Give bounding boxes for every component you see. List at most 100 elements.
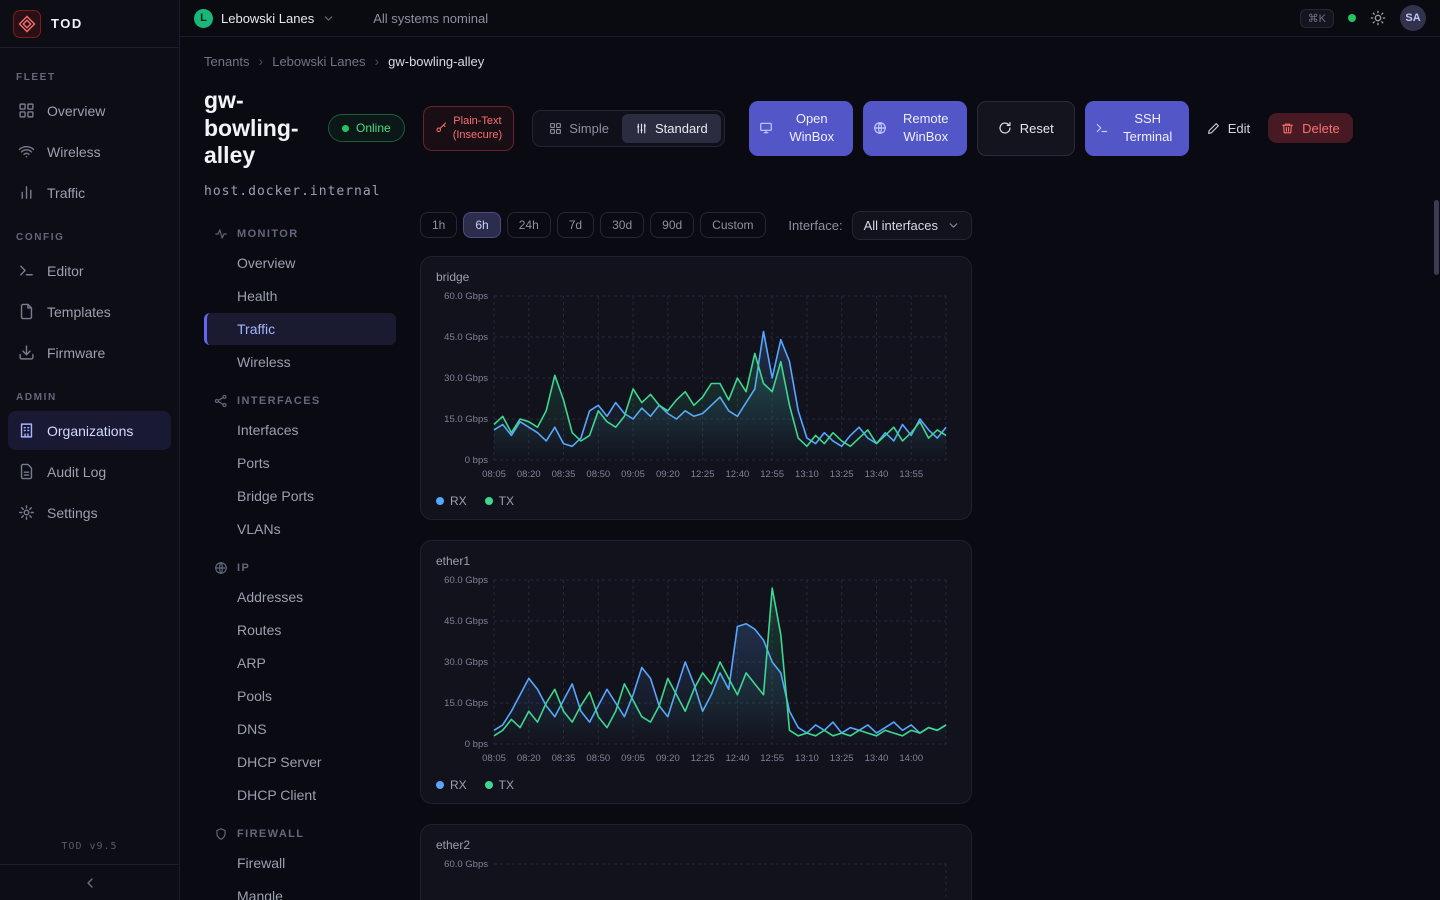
- scrollbar: [1433, 0, 1439, 900]
- subnav-item-arp[interactable]: ARP: [204, 647, 396, 679]
- sidebar-item-editor[interactable]: Editor: [8, 251, 171, 290]
- sidebar-item-organizations[interactable]: Organizations: [8, 411, 171, 450]
- sidebar-item-label: Templates: [47, 304, 111, 320]
- svg-text:12:55: 12:55: [760, 469, 784, 480]
- open-winbox-button[interactable]: Open WinBox: [749, 101, 853, 156]
- breadcrumb-item-lebowski-lanes[interactable]: Lebowski Lanes: [272, 54, 365, 69]
- chart-card-bridge: bridge0 bps15.0 Gbps30.0 Gbps45.0 Gbps60…: [420, 256, 972, 520]
- status-badge-label: Online: [356, 121, 391, 135]
- subnav-item-addresses[interactable]: Addresses: [204, 581, 396, 613]
- sidebar-item-settings[interactable]: Settings: [8, 493, 171, 532]
- subnav-item-vlans[interactable]: VLANs: [204, 513, 396, 545]
- subnav-item-interfaces[interactable]: Interfaces: [204, 414, 396, 446]
- svg-text:09:20: 09:20: [656, 753, 680, 764]
- svg-text:13:40: 13:40: [865, 753, 889, 764]
- subnav-section-ip: IP: [214, 561, 392, 575]
- mode-simple-button[interactable]: Simple: [536, 114, 622, 143]
- subnav-item-traffic[interactable]: Traffic: [204, 313, 396, 345]
- sidebar-collapse-button[interactable]: [0, 864, 179, 900]
- subnav-item-dhcp-client[interactable]: DHCP Client: [204, 779, 396, 811]
- edit-button[interactable]: Edit: [1199, 113, 1258, 143]
- sidebar-item-overview[interactable]: Overview: [8, 91, 171, 130]
- chevron-down-icon: [322, 12, 335, 25]
- chart-title: ether1: [436, 554, 956, 568]
- remote-winbox-button[interactable]: Remote WinBox: [863, 101, 967, 156]
- delete-button[interactable]: Delete: [1268, 113, 1353, 143]
- svg-text:12:25: 12:25: [691, 469, 715, 480]
- svg-text:09:05: 09:05: [621, 469, 645, 480]
- sidebar-item-label: Firmware: [47, 345, 105, 361]
- activity-icon: [214, 227, 228, 241]
- time-range-1h[interactable]: 1h: [420, 212, 457, 238]
- subnav-item-dns[interactable]: DNS: [204, 713, 396, 745]
- svg-text:60.0 Gbps: 60.0 Gbps: [444, 859, 488, 870]
- wifi-icon: [18, 143, 35, 160]
- chart-legend: RXTX: [436, 778, 956, 792]
- time-range-6h[interactable]: 6h: [463, 212, 500, 238]
- sidebar-item-label: Overview: [47, 103, 105, 119]
- subnav-item-ports[interactable]: Ports: [204, 447, 396, 479]
- time-range-24h[interactable]: 24h: [507, 212, 551, 238]
- svg-text:12:25: 12:25: [691, 753, 715, 764]
- sidebar-item-templates[interactable]: Templates: [8, 292, 171, 331]
- svg-text:45.0 Gbps: 45.0 Gbps: [444, 616, 488, 627]
- reset-button[interactable]: Reset: [977, 101, 1075, 156]
- svg-text:15.0 Gbps: 15.0 Gbps: [444, 698, 488, 709]
- status-badge: Online: [328, 114, 405, 142]
- tenant-switcher[interactable]: L Lebowski Lanes: [194, 9, 335, 28]
- mode-standard-button[interactable]: Standard: [622, 114, 721, 143]
- subnav-item-overview[interactable]: Overview: [204, 247, 396, 279]
- tx-dot-icon: [485, 497, 493, 505]
- ssh-terminal-button[interactable]: SSH Terminal: [1085, 101, 1189, 156]
- refresh-icon: [998, 121, 1012, 135]
- svg-text:13:25: 13:25: [830, 753, 854, 764]
- globe-icon: [214, 561, 228, 575]
- interface-filter: Interface: All interfaces: [788, 211, 972, 240]
- device-actions: Open WinBox Remote WinBox Reset SSH Term…: [749, 101, 1353, 156]
- sidebar-section-fleet: FLEET: [16, 72, 163, 83]
- app-logo-icon: [13, 10, 41, 38]
- rx-dot-icon: [436, 497, 444, 505]
- sidebar-item-label: Audit Log: [47, 464, 106, 480]
- main-area: L Lebowski Lanes All systems nominal ⌘K …: [180, 0, 1440, 900]
- subnav-item-firewall[interactable]: Firewall: [204, 847, 396, 879]
- svg-text:09:20: 09:20: [656, 469, 680, 480]
- scrollbar-thumb[interactable]: [1434, 200, 1439, 275]
- app-version: TOD v9.5: [0, 831, 179, 864]
- time-range-90d[interactable]: 90d: [650, 212, 694, 238]
- device-host: host.docker.internal: [204, 184, 1416, 199]
- svg-text:08:20: 08:20: [517, 469, 541, 480]
- svg-text:0 bps: 0 bps: [465, 455, 488, 466]
- breadcrumb-separator: ›: [374, 53, 379, 69]
- time-range-custom[interactable]: Custom: [700, 212, 765, 238]
- sidebar-item-traffic[interactable]: Traffic: [8, 173, 171, 212]
- svg-text:15.0 Gbps: 15.0 Gbps: [444, 414, 488, 425]
- interface-select[interactable]: All interfaces: [852, 211, 972, 240]
- chevron-down-icon: [947, 219, 960, 232]
- subnav-item-wireless[interactable]: Wireless: [204, 346, 396, 378]
- sidebar-item-wireless[interactable]: Wireless: [8, 132, 171, 171]
- command-palette-shortcut[interactable]: ⌘K: [1300, 9, 1334, 28]
- breadcrumb-item-tenants[interactable]: Tenants: [204, 54, 250, 69]
- chart-card-ether2: ether20 bps15.0 Gbps30.0 Gbps45.0 Gbps60…: [420, 824, 972, 900]
- theme-toggle-button[interactable]: [1370, 10, 1386, 26]
- subnav-item-dhcp-server[interactable]: DHCP Server: [204, 746, 396, 778]
- time-range-7d[interactable]: 7d: [557, 212, 594, 238]
- sidebar-item-firmware[interactable]: Firmware: [8, 333, 171, 372]
- bar-chart-icon: [18, 184, 35, 201]
- time-range-30d[interactable]: 30d: [600, 212, 644, 238]
- subnav-item-health[interactable]: Health: [204, 280, 396, 312]
- topbar: L Lebowski Lanes All systems nominal ⌘K …: [180, 0, 1440, 37]
- svg-text:08:50: 08:50: [586, 469, 610, 480]
- svg-text:12:40: 12:40: [725, 753, 749, 764]
- subnav-section-firewall: FIREWALL: [214, 827, 392, 841]
- sidebar-item-audit-log[interactable]: Audit Log: [8, 452, 171, 491]
- mode-simple-label: Simple: [569, 121, 609, 136]
- user-avatar[interactable]: SA: [1400, 5, 1426, 31]
- app-logo: TOD: [0, 0, 179, 48]
- subnav-item-pools[interactable]: Pools: [204, 680, 396, 712]
- subnav-item-bridge-ports[interactable]: Bridge Ports: [204, 480, 396, 512]
- interface-filter-label: Interface:: [788, 218, 842, 233]
- subnav-item-mangle[interactable]: Mangle: [204, 880, 396, 900]
- subnav-item-routes[interactable]: Routes: [204, 614, 396, 646]
